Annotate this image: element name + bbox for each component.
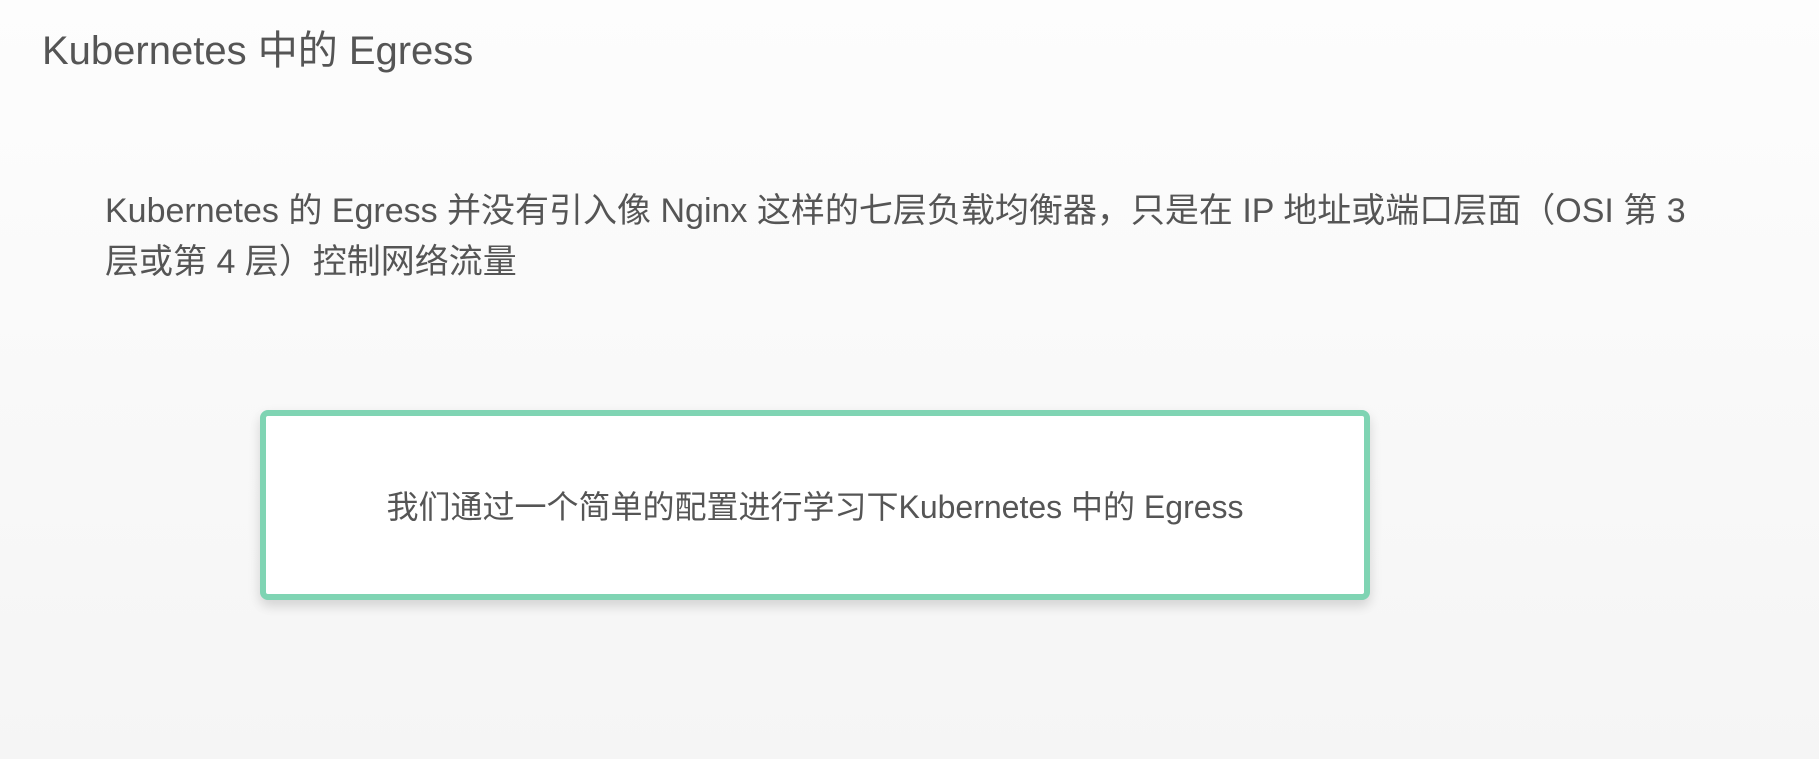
slide-title: Kubernetes 中的 Egress	[0, 0, 1819, 76]
callout-box: 我们通过一个简单的配置进行学习下Kubernetes 中的 Egress	[260, 410, 1370, 600]
body-paragraph: Kubernetes 的 Egress 并没有引入像 Nginx 这样的七层负载…	[0, 76, 1819, 288]
callout-text: 我们通过一个简单的配置进行学习下Kubernetes 中的 Egress	[386, 482, 1243, 528]
